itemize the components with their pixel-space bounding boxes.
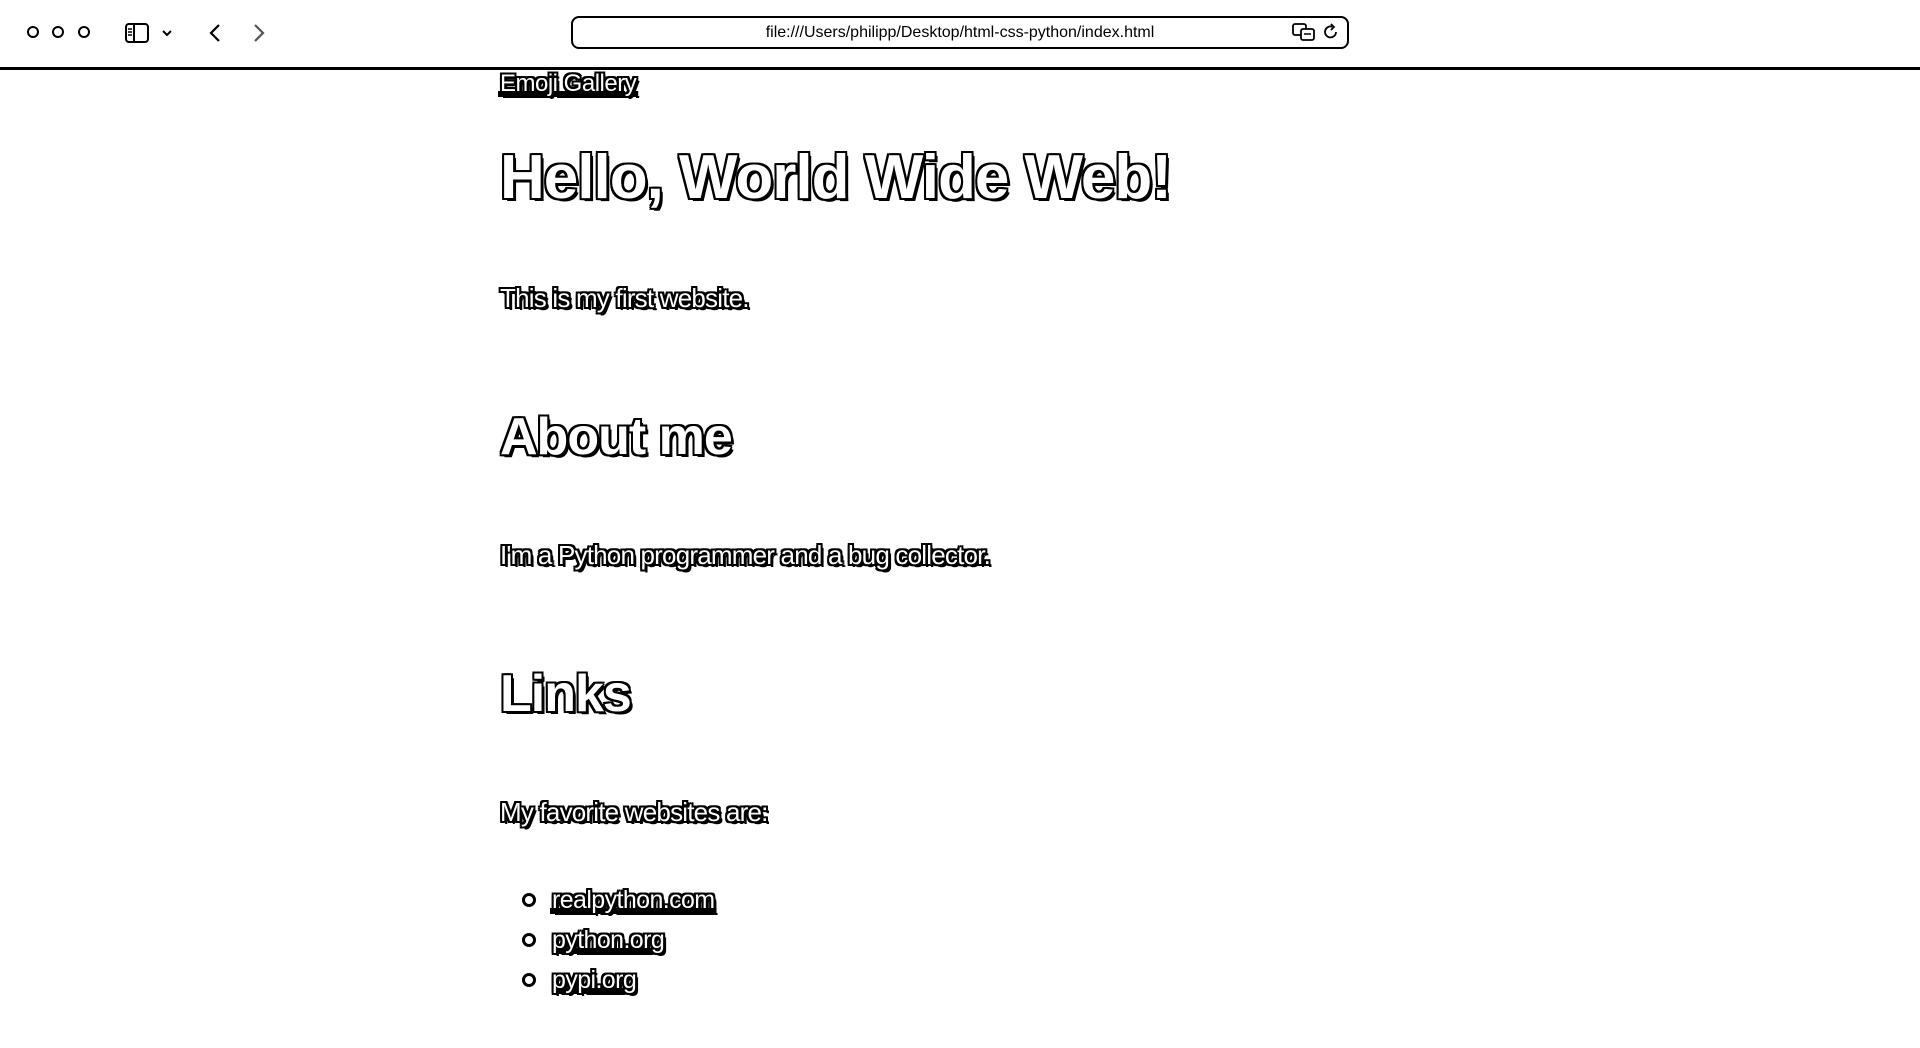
minimize-window-button[interactable] [52,26,64,38]
list-item: python.org [522,920,715,960]
list-item: pypi.org [522,960,715,1000]
sidebar-toggle-icon[interactable] [122,20,152,46]
zoom-window-button[interactable] [78,26,90,38]
browser-toolbar: file:///Users/philipp/Desktop/html-css-p… [0,0,1920,70]
about-paragraph: I'm a Python programmer and a bug collec… [500,540,991,570]
reload-icon[interactable] [1322,22,1340,42]
page-title: Hello, World Wide Web! [500,143,1172,212]
favorite-link-python[interactable]: python.org [552,926,665,954]
close-window-button[interactable] [27,26,39,38]
browser-window: file:///Users/philipp/Desktop/html-css-p… [0,0,1920,1048]
favorite-websites-list: realpython.com python.org pypi.org [522,880,715,1000]
back-arrow-icon[interactable] [204,20,226,46]
bullet-icon [522,933,536,947]
links-heading: Links [500,665,632,723]
emoji-gallery-link[interactable]: Emoji Gallery [500,70,637,98]
address-url[interactable]: file:///Users/philipp/Desktop/html-css-p… [573,18,1267,47]
bullet-icon [522,893,536,907]
address-bar[interactable]: file:///Users/philipp/Desktop/html-css-p… [571,16,1349,49]
links-paragraph: My favorite websites are: [500,797,768,827]
bullet-icon [522,973,536,987]
about-heading: About me [500,408,733,466]
forward-arrow-icon[interactable] [248,20,270,46]
list-item: realpython.com [522,880,715,920]
favorite-link-realpython[interactable]: realpython.com [552,886,715,914]
chevron-down-icon[interactable] [160,24,174,42]
translate-icon[interactable] [1291,22,1317,42]
favorite-link-pypi[interactable]: pypi.org [552,966,637,994]
intro-paragraph: This is my first website. [500,283,750,313]
